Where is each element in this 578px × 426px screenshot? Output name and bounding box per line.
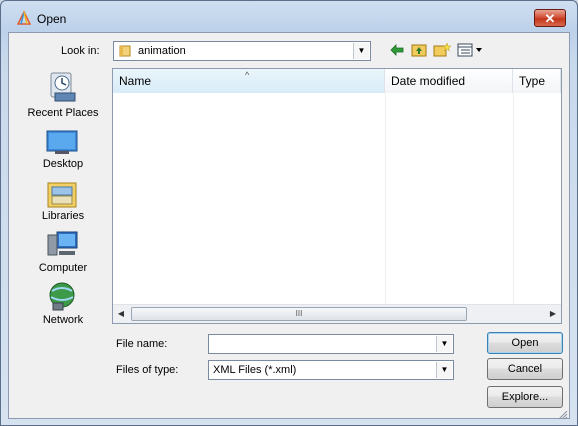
chevron-down-icon[interactable]: ▼ <box>436 336 452 352</box>
sort-arrow-icon: ^ <box>245 70 250 80</box>
place-desktop[interactable]: Desktop <box>25 125 101 175</box>
column-header-label: Type <box>519 74 546 88</box>
desktop-icon <box>46 130 78 154</box>
column-header-label: Date modified <box>391 74 466 88</box>
up-folder-icon[interactable] <box>411 42 427 58</box>
place-label: Desktop <box>42 158 84 170</box>
new-folder-icon[interactable] <box>433 42 451 58</box>
libraries-icon <box>47 182 77 208</box>
recent-places-icon <box>50 72 76 102</box>
view-menu-icon[interactable] <box>457 42 485 58</box>
window-title: Open <box>37 12 67 26</box>
folder-icon <box>119 45 131 57</box>
place-label: Network <box>42 314 84 326</box>
place-label: Computer <box>38 262 88 274</box>
places-bar: Recent Places Desktop Libraries Computer… <box>25 67 101 333</box>
place-computer[interactable]: Computer <box>25 229 101 279</box>
look-in-label: Look in: <box>61 45 100 57</box>
file-type-dropdown[interactable]: XML Files (*.xml) ▼ <box>208 360 454 380</box>
resize-grip-icon[interactable] <box>558 410 568 420</box>
explore-button[interactable]: Explore... <box>487 386 563 408</box>
back-arrow-icon[interactable] <box>389 42 405 58</box>
column-header-label: Name <box>119 74 152 88</box>
look-in-dropdown[interactable]: animation ▼ <box>113 41 371 61</box>
file-name-label: File name: <box>116 338 168 350</box>
column-header-name[interactable]: ^ Name <box>113 69 385 93</box>
column-divider <box>513 93 514 305</box>
scroll-right-icon[interactable]: ▶ <box>545 305 561 322</box>
file-list[interactable]: ^ Name Date modified Type ◀ III ▶ <box>112 68 562 324</box>
place-label: Recent Places <box>27 107 99 119</box>
scrollbar-thumb[interactable]: III <box>131 307 467 321</box>
place-recent-places[interactable]: Recent Places <box>25 71 101 125</box>
close-button[interactable]: ✕ <box>534 9 566 27</box>
horizontal-scrollbar[interactable]: ◀ III ▶ <box>113 304 561 323</box>
look-in-value: animation <box>138 45 186 57</box>
cancel-button[interactable]: Cancel <box>487 358 563 380</box>
open-button[interactable]: Open <box>487 332 563 354</box>
open-dialog: Open ✕ Look in: animation ▼ Recent Place… <box>0 0 578 426</box>
files-of-type-label: Files of type: <box>116 364 179 376</box>
chevron-down-icon[interactable]: ▼ <box>436 362 452 378</box>
place-label: Libraries <box>41 210 85 222</box>
title-bar[interactable]: Open ✕ <box>1 1 577 31</box>
place-libraries[interactable]: Libraries <box>25 177 101 227</box>
column-header-type[interactable]: Type <box>513 69 561 93</box>
place-network[interactable]: Network <box>25 281 101 331</box>
scroll-left-icon[interactable]: ◀ <box>113 305 129 322</box>
column-divider <box>385 93 386 305</box>
network-icon <box>49 282 75 311</box>
file-type-value: XML Files (*.xml) <box>213 364 297 376</box>
computer-icon <box>47 231 78 256</box>
column-header-date-modified[interactable]: Date modified <box>385 69 513 93</box>
file-name-input[interactable]: ▼ <box>208 334 454 354</box>
chevron-down-icon[interactable]: ▼ <box>353 43 369 59</box>
app-logo-icon <box>17 11 31 25</box>
